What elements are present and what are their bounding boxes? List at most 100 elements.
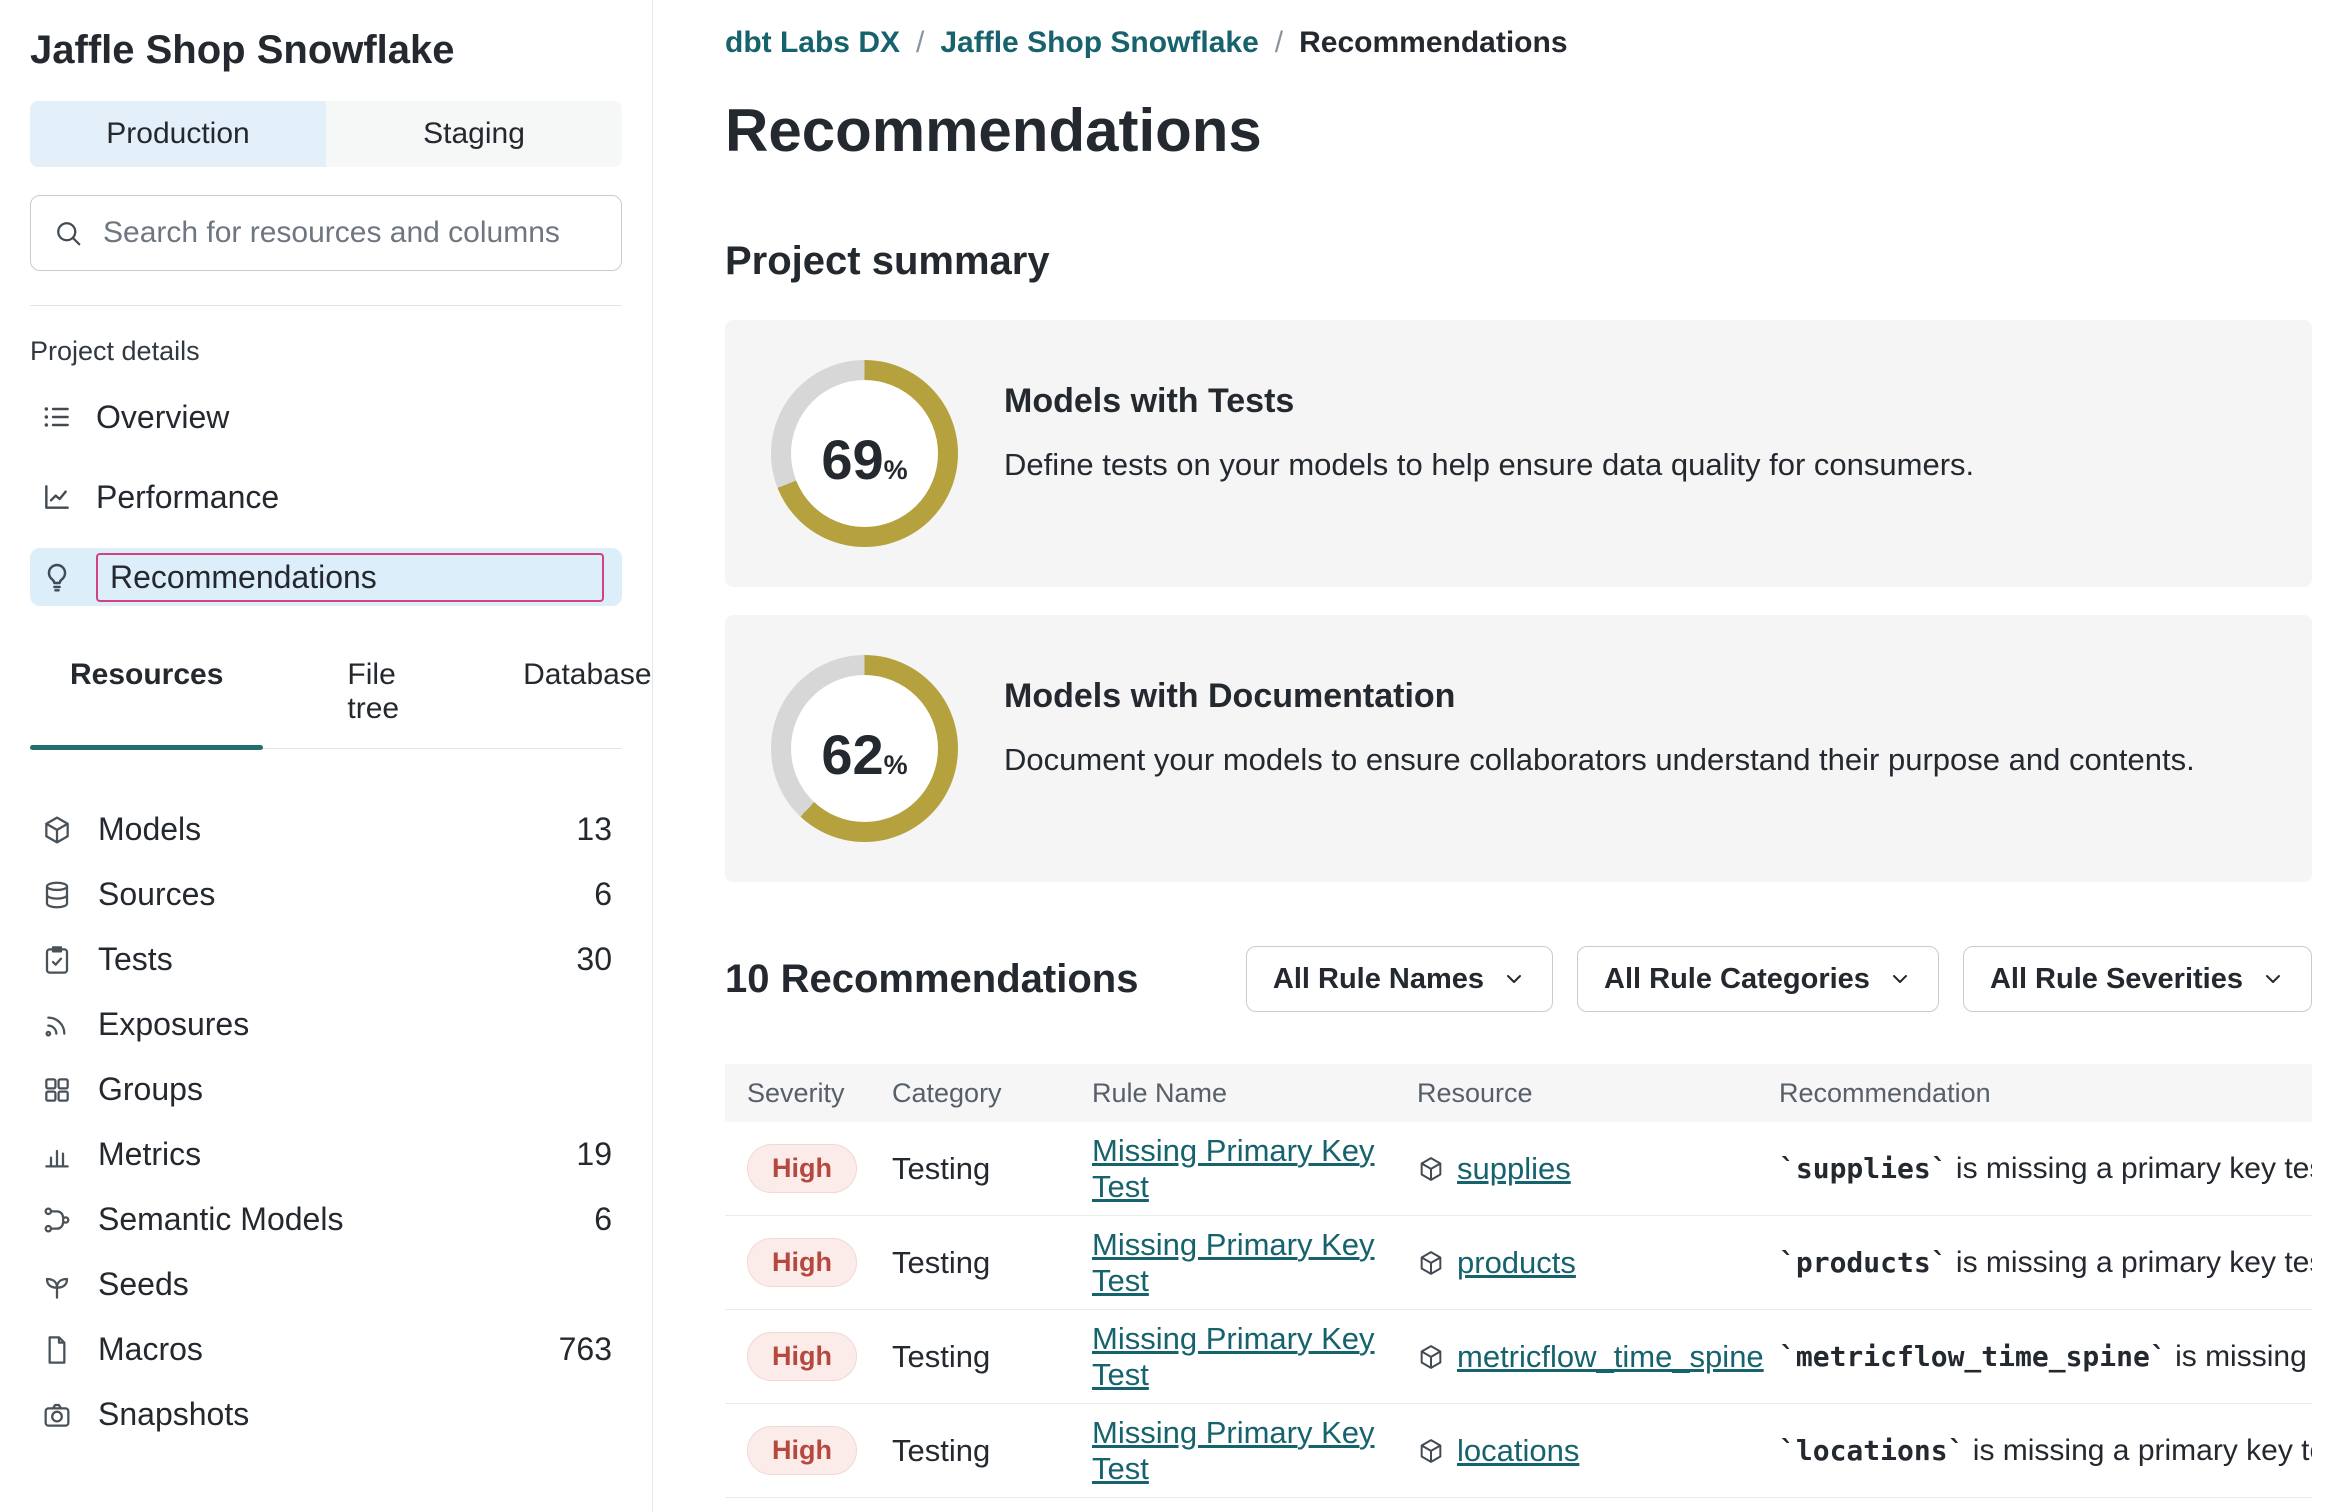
sidebar-item-seeds[interactable]: Seeds: [30, 1252, 622, 1317]
lightbulb-icon: [40, 561, 74, 593]
resource-link[interactable]: locations: [1457, 1433, 1579, 1469]
resource-count: 19: [576, 1136, 612, 1173]
filter-rule-names-dropdown[interactable]: All Rule Names: [1246, 946, 1553, 1012]
cube-icon: [1417, 1155, 1445, 1183]
recommendations-table: Severity Category Rule Name Resource Rec…: [725, 1064, 2312, 1498]
filters: All Rule Names All Rule Categories All R…: [1246, 946, 2312, 1012]
resource-link[interactable]: products: [1457, 1245, 1576, 1281]
search-box[interactable]: [30, 195, 622, 271]
sidebar-item-recommendations[interactable]: Recommendations: [30, 548, 622, 606]
col-header-severity: Severity: [725, 1078, 870, 1109]
project-summary-heading: Project summary: [725, 239, 2312, 284]
grid-icon: [40, 1074, 74, 1106]
search-input[interactable]: [101, 215, 599, 251]
table-row: High Testing Missing Primary Key Test su…: [725, 1122, 2312, 1216]
rule-name-link[interactable]: Missing Primary Key Test: [1092, 1133, 1375, 1204]
col-header-resource: Resource: [1395, 1078, 1757, 1109]
page-title: Recommendations: [725, 96, 2312, 165]
resource-count: 763: [559, 1331, 612, 1368]
resource-label: Tests: [98, 941, 173, 978]
category-cell: Testing: [870, 1245, 1070, 1281]
table-header-row: Severity Category Rule Name Resource Rec…: [725, 1064, 2312, 1122]
donut-value: 69%: [791, 380, 938, 527]
cube-icon: [1417, 1343, 1445, 1371]
rule-name-link[interactable]: Missing Primary Key Test: [1092, 1227, 1375, 1298]
donut-chart-documentation: 62%: [771, 655, 958, 842]
tab-database[interactable]: Database: [483, 658, 691, 748]
table-row: High Testing Missing Primary Key Test pr…: [725, 1216, 2312, 1310]
recommendation-cell: `supplies` is missing a primary key test…: [1757, 1152, 2312, 1186]
performance-chart-icon: [40, 481, 74, 513]
broadcast-icon: [40, 1009, 74, 1041]
col-header-category: Category: [870, 1078, 1070, 1109]
file-icon: [40, 1334, 74, 1366]
card-description: Document your models to ensure collabora…: [1004, 742, 2195, 778]
card-text: Models with Tests Define tests on your m…: [1004, 382, 1974, 483]
tab-staging[interactable]: Staging: [326, 101, 622, 167]
rule-name-link[interactable]: Missing Primary Key Test: [1092, 1415, 1375, 1486]
summary-card-models-with-tests: 69% Models with Tests Define tests on yo…: [725, 320, 2312, 587]
cube-icon: [40, 814, 74, 846]
card-description: Define tests on your models to help ensu…: [1004, 447, 1974, 483]
donut-value: 62%: [791, 675, 938, 822]
tab-production[interactable]: Production: [30, 101, 326, 167]
sidebar-item-sources[interactable]: Sources 6: [30, 862, 622, 927]
database-icon: [40, 879, 74, 911]
breadcrumb-separator: /: [1275, 26, 1283, 60]
rule-name-link[interactable]: Missing Primary Key Test: [1092, 1321, 1375, 1392]
sidebar-item-semantic-models[interactable]: Semantic Models 6: [30, 1187, 622, 1252]
col-header-recommendation: Recommendation: [1757, 1078, 2312, 1109]
resource-link[interactable]: metricflow_time_spine: [1457, 1339, 1764, 1375]
resource-list: Models 13 Sources 6 Tests 30 Exposures: [30, 797, 622, 1447]
sidebar-item-tests[interactable]: Tests 30: [30, 927, 622, 992]
sprout-icon: [40, 1269, 74, 1301]
resource-link[interactable]: supplies: [1457, 1151, 1571, 1187]
recommendation-cell: `locations` is missing a primary key tes…: [1757, 1434, 2312, 1468]
category-cell: Testing: [870, 1151, 1070, 1187]
sidebar-item-label: Recommendations: [96, 553, 604, 602]
sidebar-item-metrics[interactable]: Metrics 19: [30, 1122, 622, 1187]
resource-view-tabs: Resources File tree Database: [30, 658, 622, 749]
summary-card-models-with-documentation: 62% Models with Documentation Document y…: [725, 615, 2312, 882]
recommendation-cell: `metricflow_time_spine` is missing a pri…: [1757, 1340, 2312, 1374]
sidebar-item-overview[interactable]: Overview: [30, 377, 622, 457]
donut-chart-tests: 69%: [771, 360, 958, 547]
breadcrumb-link-project[interactable]: Jaffle Shop Snowflake: [940, 26, 1258, 60]
search-icon: [53, 218, 83, 248]
bar-chart-icon: [40, 1139, 74, 1171]
project-title: Jaffle Shop Snowflake: [30, 28, 622, 73]
table-row: High Testing Missing Primary Key Test me…: [725, 1310, 2312, 1404]
branch-icon: [40, 1204, 74, 1236]
sidebar-item-snapshots[interactable]: Snapshots: [30, 1382, 622, 1447]
project-details-label: Project details: [30, 336, 622, 367]
sidebar-item-models[interactable]: Models 13: [30, 797, 622, 862]
sidebar-item-groups[interactable]: Groups: [30, 1057, 622, 1122]
resource-label: Semantic Models: [98, 1201, 343, 1238]
main-content: dbt Labs DX / Jaffle Shop Snowflake / Re…: [653, 0, 2344, 1512]
resource-count: 6: [594, 1201, 612, 1238]
sidebar-divider: [30, 305, 622, 306]
filter-rule-categories-dropdown[interactable]: All Rule Categories: [1577, 946, 1939, 1012]
resource-count: 13: [576, 811, 612, 848]
severity-badge: High: [747, 1426, 857, 1475]
tab-resources[interactable]: Resources: [30, 658, 263, 748]
chevron-down-icon: [1888, 967, 1912, 991]
resource-count: 6: [594, 876, 612, 913]
resource-label: Exposures: [98, 1006, 249, 1043]
sidebar-item-performance[interactable]: Performance: [30, 457, 622, 537]
resource-label: Seeds: [98, 1266, 189, 1303]
breadcrumb-current: Recommendations: [1299, 26, 1567, 60]
filter-rule-severities-dropdown[interactable]: All Rule Severities: [1963, 946, 2312, 1012]
sidebar-item-exposures[interactable]: Exposures: [30, 992, 622, 1057]
sidebar-item-macros[interactable]: Macros 763: [30, 1317, 622, 1382]
recommendations-header: 10 Recommendations All Rule Names All Ru…: [725, 946, 2312, 1012]
environment-tabs: Production Staging: [30, 101, 622, 167]
severity-badge: High: [747, 1238, 857, 1287]
breadcrumb-link-account[interactable]: dbt Labs DX: [725, 26, 900, 60]
breadcrumb: dbt Labs DX / Jaffle Shop Snowflake / Re…: [725, 26, 2312, 60]
resource-label: Macros: [98, 1331, 203, 1368]
severity-badge: High: [747, 1332, 857, 1381]
chevron-down-icon: [1502, 967, 1526, 991]
tab-file-tree[interactable]: File tree: [307, 658, 439, 748]
resource-label: Groups: [98, 1071, 203, 1108]
